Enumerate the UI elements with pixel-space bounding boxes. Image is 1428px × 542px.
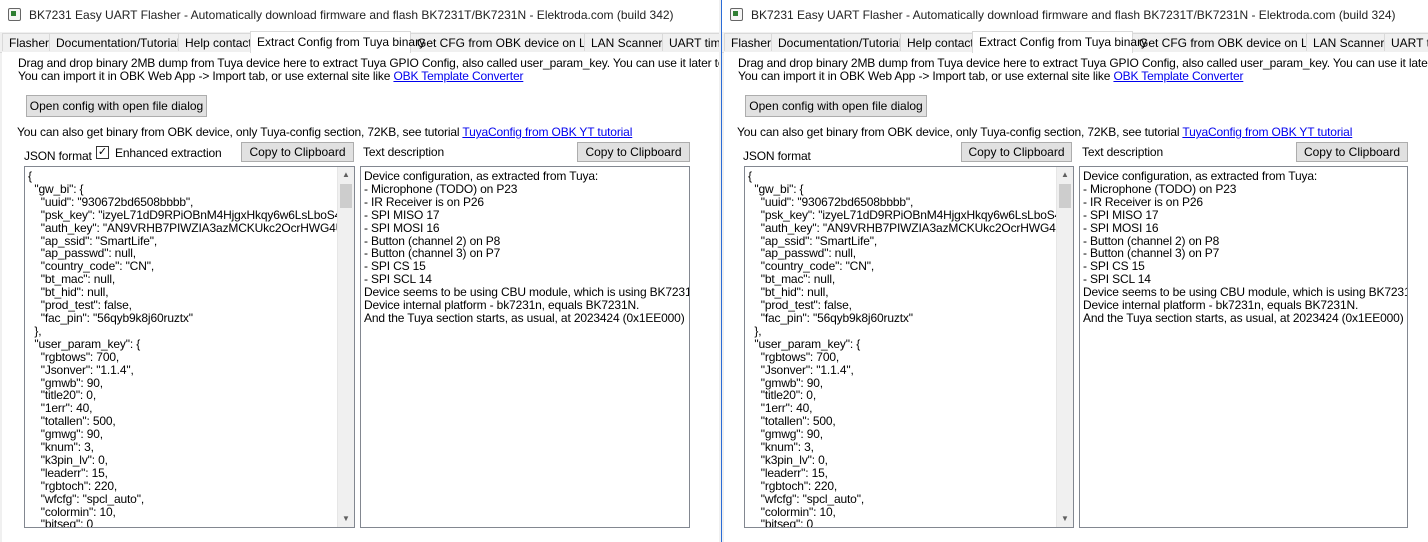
json-textbox[interactable]: { "gw_bi": { "uuid": "930672bd6508bbbb",… <box>24 166 355 528</box>
tab-extract-config[interactable]: Extract Config from Tuya binary <box>972 31 1147 53</box>
tab-help-contact[interactable]: Help contact <box>178 33 252 51</box>
intro-text-line-2: You can import it in OBK Web App -> Impo… <box>738 69 1243 83</box>
obk-binary-text: You can also get binary from OBK device,… <box>737 125 1352 139</box>
intro-text-line-1: Drag and drop binary 2MB dump from Tuya … <box>738 56 1428 70</box>
tab-extract-config[interactable]: Extract Config from Tuya binary <box>250 31 425 53</box>
json-content: { "gw_bi": { "uuid": "930672bd6508bbbb",… <box>28 169 355 528</box>
scroll-down-arrow-icon[interactable]: ▼ <box>338 511 354 527</box>
scroll-down-arrow-icon[interactable]: ▼ <box>1057 511 1073 527</box>
json-content: { "gw_bi": { "uuid": "930672bd6508bbbb",… <box>748 169 1074 528</box>
copy-json-button[interactable]: Copy to Clipboard <box>961 142 1072 162</box>
tab-flasher[interactable]: Flasher <box>724 33 772 51</box>
obk-binary-label: You can also get binary from OBK device,… <box>737 125 1183 139</box>
tab-flasher[interactable]: Flasher <box>2 33 50 51</box>
extract-config-panel: Drag and drop binary 2MB dump from Tuya … <box>724 52 1428 542</box>
text-description-label: Text description <box>363 145 444 159</box>
text-description-label: Text description <box>1082 145 1163 159</box>
flasher-window-build-324: BK7231 Easy UART Flasher - Automatically… <box>721 0 1428 542</box>
text-description-content: Device configuration, as extracted from … <box>364 169 689 325</box>
app-icon <box>730 8 743 21</box>
window-title: BK7231 Easy UART Flasher - Automatically… <box>751 8 1396 22</box>
obk-binary-text: You can also get binary from OBK device,… <box>17 125 632 139</box>
tab-help-contact[interactable]: Help contact <box>900 33 974 51</box>
tab-get-cfg-obk[interactable]: Get CFG from OBK device on LAN <box>410 33 602 51</box>
title-bar[interactable]: BK7231 Easy UART Flasher - Automatically… <box>722 0 1428 32</box>
enhanced-extraction-label: Enhanced extraction <box>115 146 222 160</box>
scroll-thumb[interactable] <box>1059 184 1071 208</box>
tab-get-cfg-obk[interactable]: Get CFG from OBK device on LAN <box>1132 33 1324 51</box>
enhanced-extraction-checkbox[interactable]: ✓ <box>96 146 109 159</box>
json-format-label: JSON format <box>743 149 811 163</box>
tab-lan-scanner[interactable]: LAN Scanner <box>584 33 663 51</box>
scroll-up-arrow-icon[interactable]: ▲ <box>1057 167 1073 183</box>
tab-strip: Flasher Documentation/Tutorials Help con… <box>0 31 719 53</box>
obk-template-converter-link[interactable]: OBK Template Converter <box>1113 69 1243 83</box>
intro-text-line-2-label: You can import it in OBK Web App -> Impo… <box>18 69 394 83</box>
text-description-textbox[interactable]: Device configuration, as extracted from … <box>360 166 690 528</box>
copy-text-button[interactable]: Copy to Clipboard <box>577 142 690 162</box>
json-scrollbar[interactable]: ▲ ▼ <box>337 167 354 527</box>
intro-text-line-2-label: You can import it in OBK Web App -> Impo… <box>738 69 1114 83</box>
tab-lan-scanner[interactable]: LAN Scanner <box>1306 33 1385 51</box>
window-title: BK7231 Easy UART Flasher - Automatically… <box>29 8 674 22</box>
flasher-window-build-342: BK7231 Easy UART Flasher - Automatically… <box>0 0 719 542</box>
copy-text-button[interactable]: Copy to Clipboard <box>1296 142 1408 162</box>
title-bar[interactable]: BK7231 Easy UART Flasher - Automatically… <box>0 0 719 32</box>
scroll-up-arrow-icon[interactable]: ▲ <box>338 167 354 183</box>
open-config-button[interactable]: Open config with open file dialog <box>745 95 927 117</box>
obk-binary-label: You can also get binary from OBK device,… <box>17 125 463 139</box>
tab-documentation[interactable]: Documentation/Tutorials <box>771 33 908 51</box>
json-format-label: JSON format <box>24 149 92 163</box>
app-icon <box>8 8 21 21</box>
copy-json-button[interactable]: Copy to Clipboard <box>241 142 354 162</box>
intro-text-line-2: You can import it in OBK Web App -> Impo… <box>18 69 523 83</box>
tab-strip: Flasher Documentation/Tutorials Help con… <box>722 31 1428 53</box>
tuyaconfig-tutorial-link[interactable]: TuyaConfig from OBK YT tutorial <box>462 125 632 139</box>
tab-documentation[interactable]: Documentation/Tutorials <box>49 33 186 51</box>
json-scrollbar[interactable]: ▲ ▼ <box>1056 167 1073 527</box>
text-description-content: Device configuration, as extracted from … <box>1083 169 1407 325</box>
tab-uart-timing[interactable]: UART tim <box>1384 33 1428 51</box>
tab-uart-timing[interactable]: UART tim <box>662 33 719 51</box>
intro-text-line-1: Drag and drop binary 2MB dump from Tuya … <box>18 56 719 70</box>
obk-template-converter-link[interactable]: OBK Template Converter <box>393 69 523 83</box>
extract-config-panel: Drag and drop binary 2MB dump from Tuya … <box>2 52 719 542</box>
json-textbox[interactable]: { "gw_bi": { "uuid": "930672bd6508bbbb",… <box>744 166 1074 528</box>
tuyaconfig-tutorial-link[interactable]: TuyaConfig from OBK YT tutorial <box>1182 125 1352 139</box>
open-config-button[interactable]: Open config with open file dialog <box>26 95 207 117</box>
text-description-textbox[interactable]: Device configuration, as extracted from … <box>1079 166 1408 528</box>
scroll-thumb[interactable] <box>340 184 352 208</box>
